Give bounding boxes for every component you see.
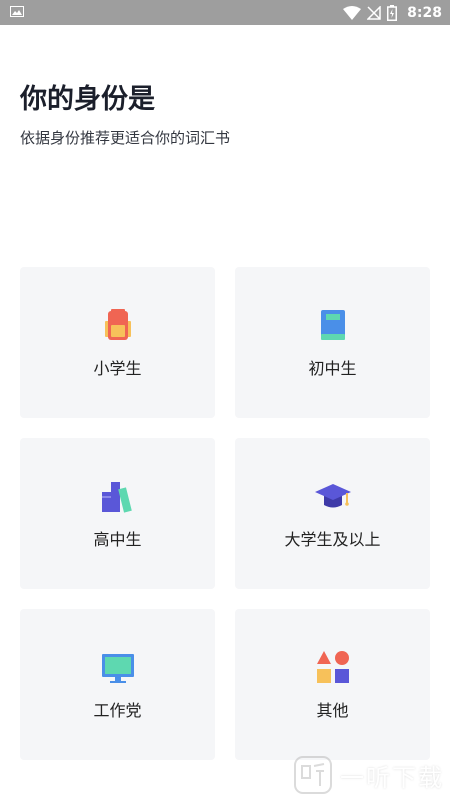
option-card-other[interactable]: 其他 <box>235 609 430 760</box>
option-card-senior-high[interactable]: 高中生 <box>20 438 215 589</box>
battery-icon <box>387 5 398 21</box>
option-card-working[interactable]: 工作党 <box>20 609 215 760</box>
option-label: 工作党 <box>93 701 142 720</box>
option-label: 其他 <box>316 701 349 720</box>
watermark-text: 一听下载 <box>340 763 444 792</box>
option-label: 初中生 <box>308 359 357 378</box>
monitor-icon <box>102 654 134 683</box>
graduation-cap-icon <box>315 484 351 508</box>
page-subtitle: 依据身份推荐更适合你的词汇书 <box>20 129 231 147</box>
option-label: 小学生 <box>93 359 142 378</box>
option-card-university[interactable]: 大学生及以上 <box>235 438 430 589</box>
image-notification-icon <box>10 6 24 17</box>
clock-time: 8:28 <box>407 5 442 21</box>
shapes-icon <box>317 651 349 683</box>
no-signal-icon <box>367 6 381 20</box>
book-icon <box>321 310 345 340</box>
page-title: 你的身份是 <box>20 84 155 115</box>
status-bar: 8:28 <box>0 0 450 25</box>
option-card-primary-school[interactable]: 小学生 <box>20 267 215 418</box>
identity-selection-screen: 8:28 你的身份是 依据身份推荐更适合你的词汇书 小学生 初中生 高中生 大学… <box>0 0 450 800</box>
books-icon <box>102 482 132 513</box>
option-card-junior-high[interactable]: 初中生 <box>235 267 430 418</box>
wifi-icon <box>343 6 362 20</box>
status-icons: 8:28 <box>343 3 442 23</box>
watermark-logo-icon <box>294 756 332 794</box>
option-label: 高中生 <box>93 530 142 549</box>
backpack-icon <box>105 309 131 340</box>
option-label: 大学生及以上 <box>284 530 381 549</box>
watermark: 一听下载 <box>294 756 444 794</box>
